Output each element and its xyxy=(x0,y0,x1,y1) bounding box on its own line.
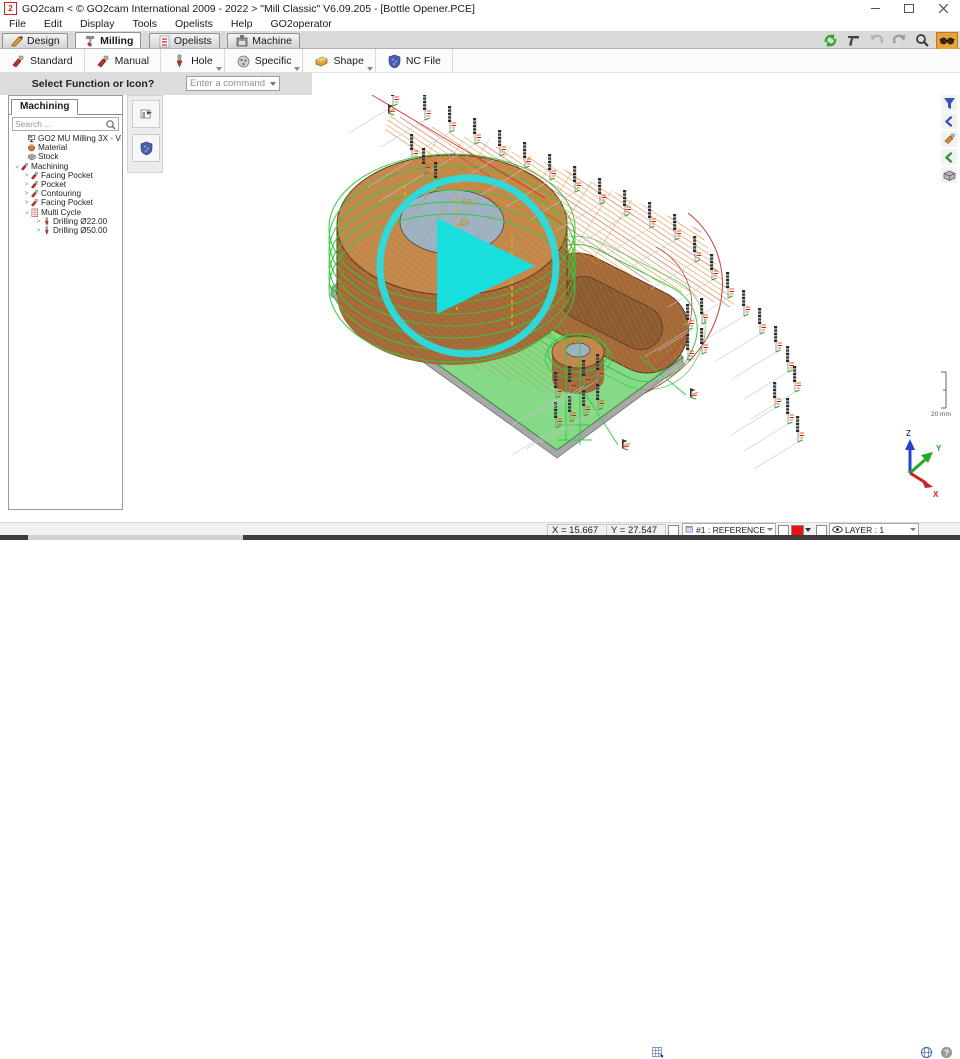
menu-bar: File Edit Display Tools Opelists Help GO… xyxy=(0,17,960,31)
zoom-button[interactable] xyxy=(913,33,931,49)
scale-label: 20 mm xyxy=(931,411,951,418)
standard-icon xyxy=(11,54,25,68)
depth-label-49: 49 xyxy=(459,218,469,228)
bottom-progress-strip xyxy=(0,535,960,540)
menu-tools[interactable]: Tools xyxy=(123,18,166,30)
plane-icon xyxy=(685,524,694,535)
standard-button[interactable]: Standard xyxy=(0,49,85,72)
manual-button[interactable]: Manual xyxy=(85,49,161,72)
glasses-icon xyxy=(939,33,955,48)
design-icon xyxy=(10,34,24,48)
maximize-icon xyxy=(904,4,914,13)
command-bar: Select Function or Icon? Enter a command xyxy=(0,72,312,95)
minimize-button[interactable] xyxy=(858,0,892,17)
specific-button[interactable]: Specific xyxy=(225,49,304,72)
caliper-button[interactable] xyxy=(844,33,862,49)
status-bar: X = 15.667 Y = 27.547 #1 : REFERENCE LAY… xyxy=(0,522,960,536)
part-boss xyxy=(545,334,611,394)
tab-opelists[interactable]: Opelists xyxy=(149,33,220,48)
dropdown-arrow-icon xyxy=(367,67,373,71)
maximize-button[interactable] xyxy=(892,0,926,17)
menu-edit[interactable]: Edit xyxy=(35,18,71,30)
eye-icon xyxy=(832,524,843,535)
tab-milling[interactable]: Milling xyxy=(75,32,141,48)
hole-icon xyxy=(172,54,186,68)
menu-display[interactable]: Display xyxy=(71,18,123,30)
tab-machining-panel[interactable]: Machining xyxy=(11,99,78,115)
redo-button[interactable] xyxy=(890,33,908,49)
ribbon-tab-row: Design Milling Opelists Machine xyxy=(0,31,960,49)
hole-button[interactable]: Hole xyxy=(161,49,225,72)
window-title: GO2cam < © GO2cam International 2009 - 2… xyxy=(22,3,475,15)
title-bar: 2 GO2cam < © GO2cam International 2009 -… xyxy=(0,0,960,18)
tab-design[interactable]: Design xyxy=(2,33,68,48)
viewport-3d[interactable]: 50 49 22 20 mm Z Y X xyxy=(0,95,960,522)
axis-x-label: X xyxy=(933,490,939,499)
dropdown-arrow-icon xyxy=(216,67,222,71)
menu-go2operator[interactable]: GO2operator xyxy=(262,18,341,30)
depth-label-50: 50 xyxy=(462,197,472,207)
nc-file-icon xyxy=(387,54,401,68)
milling-icon xyxy=(83,34,97,48)
minimize-icon xyxy=(871,8,880,10)
opelists-icon xyxy=(157,34,171,48)
sync-icon xyxy=(823,33,838,48)
machine-icon xyxy=(235,34,249,48)
ribbon-button-row: Standard Manual Hole Specific Shape NC F… xyxy=(0,49,960,73)
undo-icon xyxy=(869,33,884,48)
axis-z-label: Z xyxy=(906,429,911,438)
axis-y-label: Y xyxy=(936,444,942,453)
menu-file[interactable]: File xyxy=(0,18,35,30)
help-icon[interactable] xyxy=(940,1046,953,1059)
shape-button[interactable]: Shape xyxy=(303,49,375,72)
scale-ruler: 20 mm xyxy=(931,372,951,418)
command-input[interactable]: Enter a command xyxy=(186,76,280,91)
close-button[interactable] xyxy=(926,0,960,17)
nc-file-button[interactable]: NC File xyxy=(376,49,453,72)
shape-icon xyxy=(314,54,328,68)
tab-machine[interactable]: Machine xyxy=(227,33,300,48)
chevron-down-icon xyxy=(270,82,276,86)
menu-opelists[interactable]: Opelists xyxy=(166,18,222,30)
menu-help[interactable]: Help xyxy=(222,18,262,30)
chevron-down-icon xyxy=(767,528,773,531)
dropdown-arrow-icon xyxy=(294,67,300,71)
globe-icon[interactable] xyxy=(920,1046,933,1059)
caliper-icon xyxy=(846,33,861,48)
command-prompt-label: Select Function or Icon? xyxy=(0,78,186,90)
sync-button[interactable] xyxy=(821,33,839,49)
depth-label-22: 22 xyxy=(570,340,578,347)
quick-tools-row-1 xyxy=(821,32,958,49)
close-icon xyxy=(939,4,948,13)
axis-triad: Z Y X xyxy=(905,429,942,499)
grid-snap-icon[interactable] xyxy=(651,1046,664,1059)
chevron-down-icon xyxy=(910,528,916,531)
specific-icon xyxy=(236,54,250,68)
magnifier-icon xyxy=(915,33,930,48)
color-dropdown-icon[interactable] xyxy=(805,528,811,532)
manual-icon xyxy=(96,54,110,68)
view-glasses-button[interactable] xyxy=(936,32,958,50)
progress-segment xyxy=(28,535,243,540)
app-logo-icon: 2 xyxy=(4,2,17,15)
undo-button[interactable] xyxy=(867,33,885,49)
redo-icon xyxy=(892,33,907,48)
